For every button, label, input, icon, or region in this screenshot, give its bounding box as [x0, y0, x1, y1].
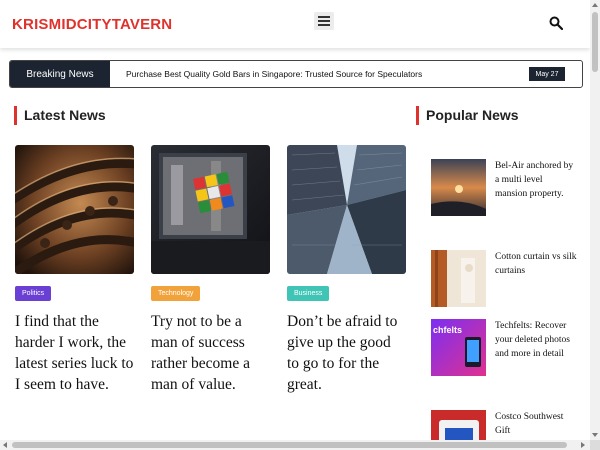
news-card-title[interactable]: Don’t be afraid to give up the good to g… — [287, 311, 406, 395]
news-card-title[interactable]: Try not to be a man of success rather be… — [151, 311, 270, 395]
hamburger-menu-icon[interactable] — [314, 12, 334, 30]
news-card-title[interactable]: I find that the harder I work, the lates… — [15, 311, 134, 395]
scroll-down-arrow-icon[interactable] — [590, 430, 600, 440]
popular-item-title[interactable]: Costco Southwest Gift — [495, 410, 577, 438]
curtains-thumbnail[interactable] — [431, 250, 486, 307]
skyscrapers-image[interactable] — [287, 145, 406, 274]
breaking-news-label: Breaking News — [10, 61, 110, 87]
parliament-image[interactable] — [15, 145, 134, 274]
search-icon[interactable] — [549, 16, 565, 32]
breaking-news-date: May 27 — [529, 67, 565, 81]
site-header: KRISMIDCITYTAVERN — [0, 0, 590, 48]
techfelts-thumbnail[interactable]: chfelts — [431, 319, 486, 376]
popular-item-title[interactable]: Cotton curtain vs silk curtains — [495, 250, 577, 278]
latest-news-title: Latest News — [14, 106, 106, 125]
breaking-news-bar: Breaking News Purchase Best Quality Gold… — [9, 60, 583, 88]
scroll-left-arrow-icon[interactable] — [0, 440, 10, 450]
sunset-thumbnail[interactable] — [431, 159, 486, 216]
site-logo[interactable]: KRISMIDCITYTAVERN — [12, 16, 172, 33]
vertical-scrollbar[interactable] — [590, 0, 600, 450]
category-badge-politics[interactable]: Politics — [15, 286, 52, 301]
news-card-politics[interactable]: Politics I find that the harder I work, … — [15, 145, 134, 393]
scroll-right-arrow-icon[interactable] — [578, 440, 588, 450]
breaking-news-headline[interactable]: Purchase Best Quality Gold Bars in Singa… — [126, 69, 422, 79]
rubiks-cube-image[interactable] — [151, 145, 270, 274]
popular-news-title: Popular News — [416, 106, 519, 125]
category-badge-technology[interactable]: Technology — [151, 286, 201, 301]
news-card-business[interactable]: Business Don’t be afraid to give up the … — [287, 145, 406, 393]
popular-item-title[interactable]: Bel-Air anchored by a multi level mansio… — [495, 159, 577, 201]
thumbnail-text: chfelts — [433, 325, 462, 335]
horizontal-scrollbar[interactable] — [0, 440, 590, 450]
vertical-scroll-thumb[interactable] — [592, 12, 598, 72]
horizontal-scroll-thumb[interactable] — [12, 442, 567, 448]
news-card-technology[interactable]: Technology Try not to be a man of succes… — [151, 145, 270, 393]
category-badge-business[interactable]: Business — [287, 286, 330, 301]
scrollbar-corner — [590, 440, 600, 450]
scroll-up-arrow-icon[interactable] — [590, 0, 600, 10]
popular-item-title[interactable]: Techfelts: Recover your deleted photos a… — [495, 319, 577, 361]
